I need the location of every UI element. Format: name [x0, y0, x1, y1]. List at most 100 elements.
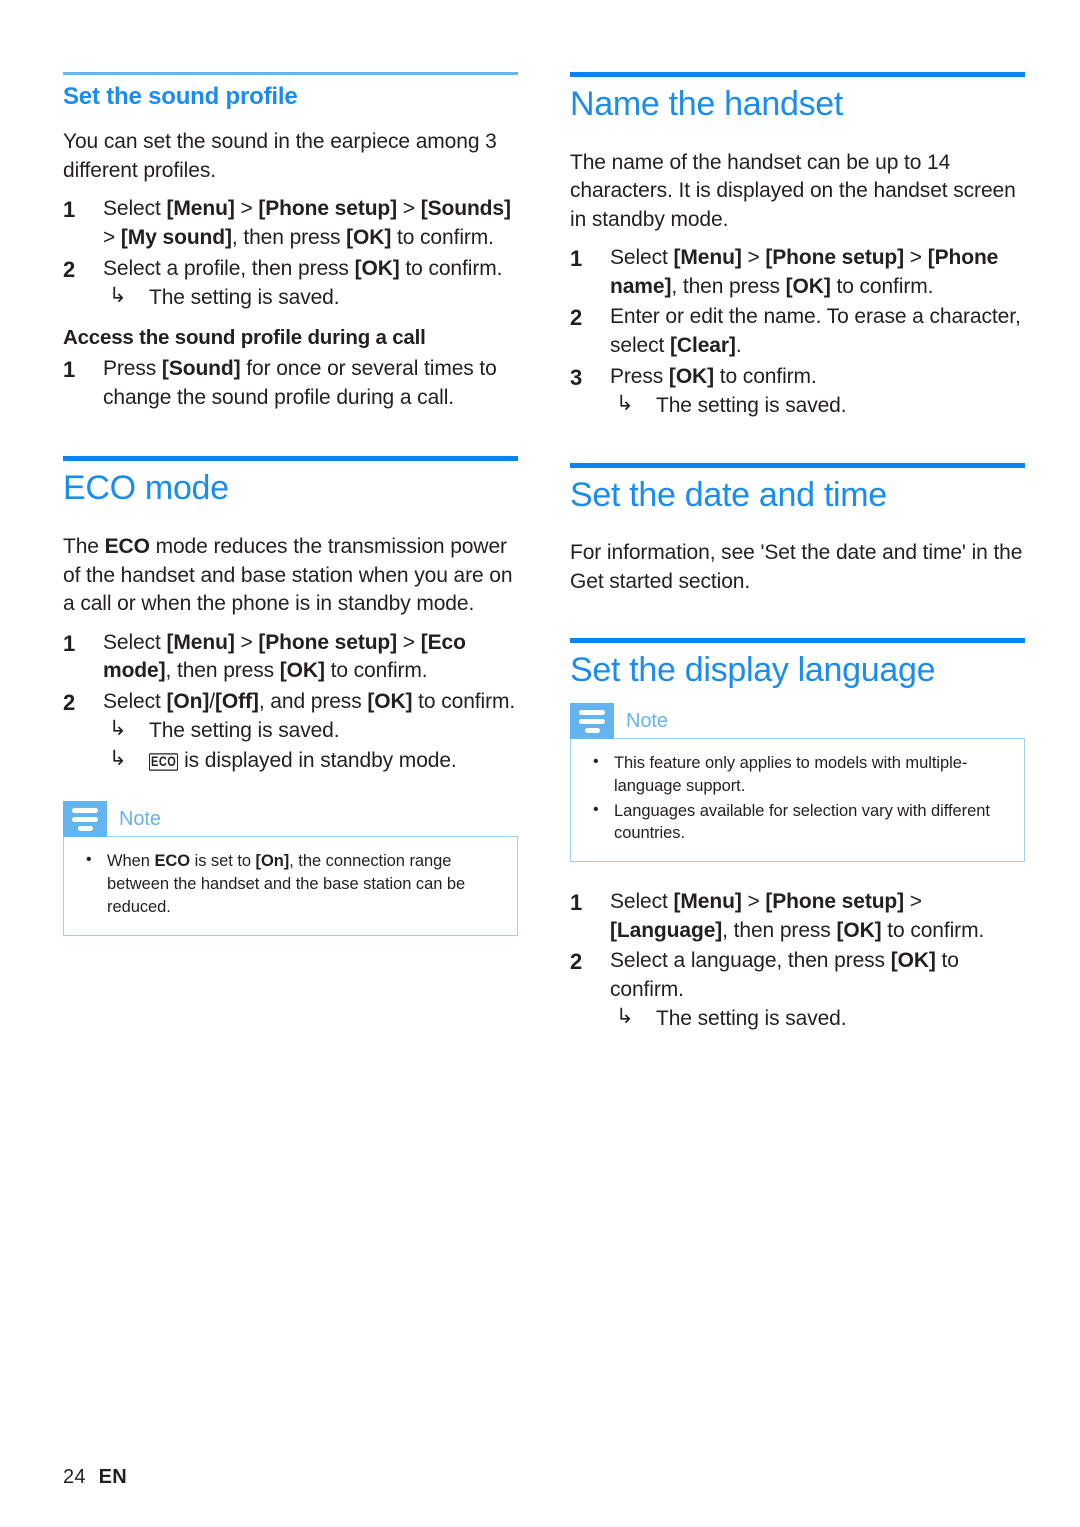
- plain-text: , then press: [722, 918, 837, 942]
- note-body: This feature only applies to models with…: [570, 738, 1025, 863]
- plain-text: >: [741, 890, 766, 914]
- section-eco-mode: ECO mode The ECO mode reduces the transm…: [63, 456, 518, 936]
- emphasis-text: [On]: [255, 852, 290, 871]
- step-item: 2 Select [On]/[Off], and press [OK] to co…: [63, 688, 518, 776]
- step-result: ↳ The setting is saved.: [103, 717, 518, 746]
- emphasis-text: [Menu]: [166, 197, 235, 221]
- left-column: Set the sound profile You can set the so…: [63, 72, 518, 936]
- step-number: 2: [63, 689, 76, 715]
- subheading-access-sound-profile: Access the sound profile during a call: [63, 325, 426, 349]
- note-icon: [63, 801, 107, 838]
- page-title-display-language: Set the display language: [570, 651, 936, 690]
- emphasis-text: [OK]: [668, 364, 715, 388]
- plain-text: Select: [610, 246, 674, 270]
- right-column: Name the handset The name of the handset…: [570, 72, 1025, 1036]
- step-number: 2: [63, 256, 76, 282]
- emphasis-text: ECO: [104, 535, 150, 559]
- heading-rule: [570, 72, 1025, 77]
- note-header: Note: [570, 703, 1025, 740]
- heading-rule: [63, 456, 518, 462]
- page-title-date-time: Set the date and time: [570, 475, 887, 514]
- step-text: Select [Menu] > [Phone setup] > [Sounds]…: [103, 197, 511, 249]
- step-number: 2: [570, 305, 583, 331]
- emphasis-text: [Phone setup]: [765, 246, 905, 270]
- emphasis-text: [OK]: [890, 949, 936, 973]
- plain-text: Press: [103, 357, 162, 381]
- plain-text: Select: [103, 630, 167, 654]
- page-title-sound-profile: Set the sound profile: [63, 83, 298, 110]
- plain-text: When: [107, 852, 155, 871]
- step-item: 1 Select [Menu] > [Phone setup] > [Eco mo…: [63, 629, 518, 686]
- plain-text: to confirm.: [324, 659, 428, 683]
- step-number: 1: [63, 197, 76, 223]
- emphasis-text: [Menu]: [673, 246, 742, 270]
- step-item: 2 Select a language, then press [OK] to c…: [570, 947, 1025, 1034]
- step-text: Enter or edit the name. To erase a chara…: [610, 305, 1021, 357]
- heading-rule: [570, 638, 1025, 644]
- emphasis-text: [Sound]: [161, 357, 241, 381]
- plain-text: Languages available for selection vary w…: [614, 801, 990, 843]
- plain-text: >: [234, 197, 259, 221]
- note-body: When ECO is set to [On], the connection …: [63, 836, 518, 936]
- step-text: Select a language, then press [OK] to co…: [610, 949, 959, 1001]
- result-text: The setting is saved.: [149, 719, 340, 743]
- step-list-name-handset: 1 Select [Menu] > [Phone setup] > [Phone …: [570, 244, 1025, 420]
- note-item: Languages available for selection vary w…: [587, 799, 1008, 846]
- note-box-eco: Note When ECO is set to [On], the connec…: [63, 801, 518, 936]
- step-list-sound-profile: 1 Select [Menu] > [Phone setup] > [Sounds…: [63, 195, 518, 312]
- emphasis-text: [Menu]: [166, 630, 235, 654]
- section-set-date-and-time: Set the date and time For information, s…: [570, 462, 1025, 597]
- step-number: 1: [570, 890, 583, 916]
- plain-text: Select: [610, 890, 674, 914]
- step-number: 1: [570, 246, 583, 272]
- emphasis-text: [Clear]: [670, 334, 736, 357]
- emphasis-text: [Language]: [610, 918, 723, 942]
- plain-text: to confirm.: [881, 918, 985, 942]
- manual-page: Set the sound profile You can set the so…: [0, 0, 1080, 1527]
- note-title: Note: [119, 807, 161, 830]
- note-item: When ECO is set to [On], the connection …: [80, 849, 501, 918]
- step-number: 3: [570, 364, 583, 390]
- step-result: ↳ ECO is displayed in standby mode.: [103, 747, 518, 776]
- plain-text: Select: [103, 689, 167, 713]
- result-arrow-icon: ↳: [109, 284, 127, 308]
- step-text: Select [On]/[Off], and press [OK] to con…: [103, 690, 515, 713]
- emphasis-text: [On]: [166, 689, 210, 713]
- plain-text: >: [397, 197, 421, 221]
- plain-text: The: [63, 535, 105, 559]
- step-item: 2 Enter or edit the name. To erase a char…: [570, 303, 1025, 360]
- plain-text: Press: [610, 364, 669, 388]
- section-set-the-sound-profile: Set the sound profile You can set the so…: [63, 72, 518, 412]
- plain-text: >: [397, 630, 421, 654]
- emphasis-text: [Phone setup]: [258, 197, 398, 221]
- section-name-the-handset: Name the handset The name of the handset…: [570, 72, 1025, 421]
- page-title-name-handset: Name the handset: [570, 85, 844, 123]
- result-text: is displayed in standby mode.: [178, 748, 457, 772]
- result-arrow-icon: ↳: [109, 717, 127, 741]
- step-result: ↳ The setting is saved.: [610, 1005, 1025, 1034]
- heading-rule: [570, 462, 1025, 468]
- result-arrow-icon: ↳: [616, 392, 634, 416]
- plain-text: This feature only applies to models with…: [614, 754, 968, 795]
- eco-indicator-icon: ECO: [149, 753, 179, 771]
- plain-text: to confirm.: [412, 689, 516, 713]
- step-item: 1 Press [Sound] for once or several times…: [63, 355, 518, 412]
- note-icon: [570, 703, 614, 740]
- result-text: The setting is saved.: [656, 394, 847, 418]
- note-title: Note: [626, 709, 668, 732]
- language-code: EN: [98, 1466, 127, 1488]
- intro-paragraph: For information, see 'Set the date and t…: [570, 541, 1023, 593]
- plain-text: to confirm.: [830, 274, 934, 298]
- step-text: Press [Sound] for once or several times …: [103, 357, 497, 409]
- emphasis-text: [OK]: [367, 689, 413, 713]
- emphasis-text: [OK]: [785, 274, 831, 298]
- emphasis-text: [OK]: [279, 659, 325, 683]
- plain-text: Select: [103, 197, 167, 221]
- page-title-eco-mode: ECO mode: [63, 469, 229, 508]
- note-box-language: Note This feature only applies to models…: [570, 703, 1025, 863]
- plain-text: >: [741, 246, 766, 270]
- plain-text: .: [735, 334, 742, 357]
- result-text: The setting is saved.: [149, 286, 340, 310]
- plain-text: to confirm.: [391, 226, 494, 250]
- page-footer: 24 EN: [63, 1466, 127, 1489]
